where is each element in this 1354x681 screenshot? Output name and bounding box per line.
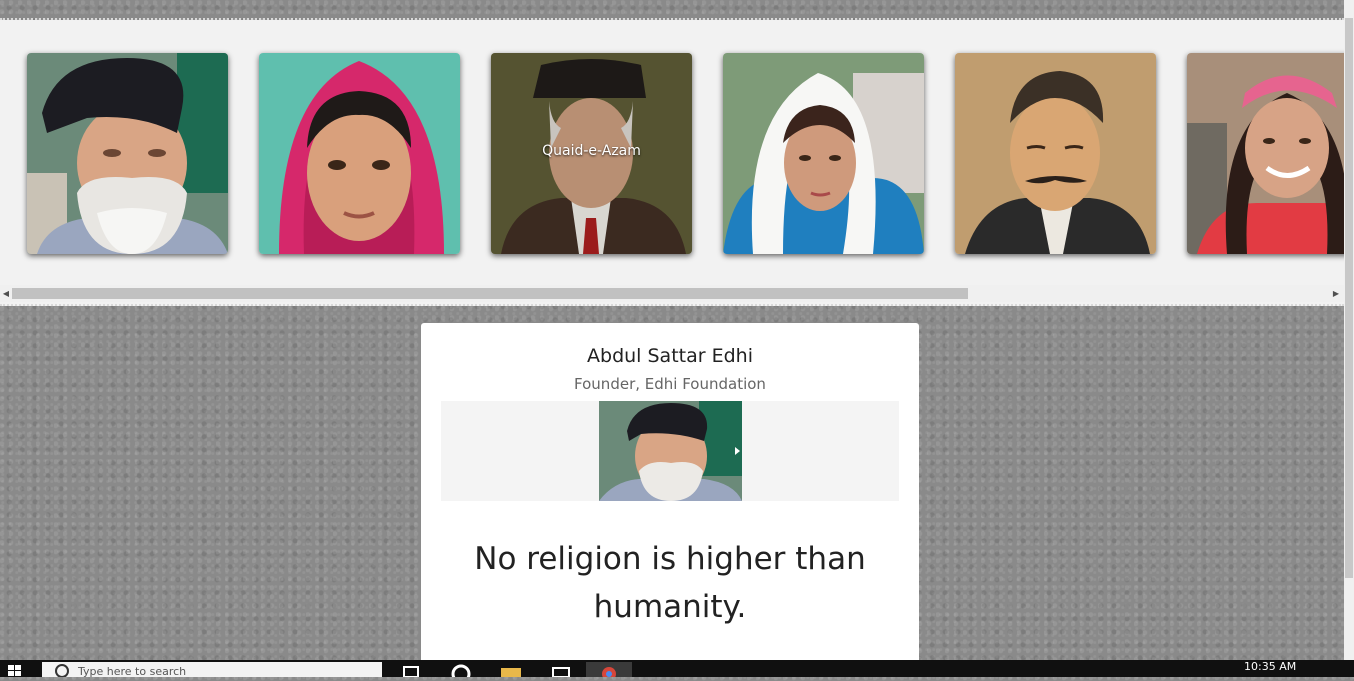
file-explorer-icon[interactable] — [498, 662, 524, 677]
person-portrait-thumbnail — [599, 401, 742, 501]
portrait-card-edhi[interactable] — [27, 53, 228, 254]
person-role: Founder, Edhi Foundation — [574, 375, 766, 393]
vertical-scrollbar-thumb[interactable] — [1345, 18, 1353, 578]
person-image-container — [441, 401, 899, 501]
taskbar: Type here to search 10:35 AM — [0, 660, 1354, 681]
top-strip — [0, 0, 1344, 20]
taskbar-clock[interactable]: 10:35 AM — [1244, 660, 1296, 673]
page: Quaid-e-Azam ◀ ▶ Abdul Sattar Edhi Found… — [0, 0, 1344, 663]
scroll-left-icon[interactable]: ◀ — [0, 285, 12, 302]
portrait-edhi-image — [27, 53, 228, 254]
store-icon[interactable] — [548, 662, 574, 678]
portrait-gallery: Quaid-e-Azam ◀ ▶ — [0, 20, 1344, 306]
person-image — [599, 401, 742, 501]
chrome-icon[interactable] — [448, 662, 474, 681]
portrait-malala-image — [259, 53, 460, 254]
person-name: Abdul Sattar Edhi — [587, 345, 753, 367]
search-placeholder: Type here to search — [78, 665, 187, 678]
horizontal-scrollbar[interactable]: ◀ ▶ — [0, 285, 1344, 302]
portrait-card-quaid[interactable]: Quaid-e-Azam — [491, 53, 692, 254]
portrait-girl-image — [1187, 53, 1344, 254]
scroll-right-icon[interactable]: ▶ — [1330, 285, 1342, 302]
task-view-icon[interactable] — [398, 662, 424, 678]
search-icon — [55, 664, 69, 677]
portrait-card-girl[interactable] — [1187, 53, 1344, 254]
vertical-scrollbar[interactable] — [1344, 0, 1354, 660]
windows-start-icon[interactable] — [0, 662, 30, 677]
scrollbar-thumb[interactable] — [12, 288, 968, 299]
portrait-caption: Quaid-e-Azam — [542, 143, 641, 159]
portrait-benazir-image — [723, 53, 924, 254]
chrome-active-icon[interactable] — [586, 662, 632, 681]
portrait-card-iqbal[interactable] — [955, 53, 1156, 254]
quote-text: No religion is higher than humanity. — [474, 541, 866, 625]
quote-card: Abdul Sattar Edhi Founder, Edhi Foundati… — [421, 323, 919, 663]
portrait-card-benazir[interactable] — [723, 53, 924, 254]
taskbar-search-box[interactable]: Type here to search — [42, 662, 382, 678]
portrait-iqbal-image — [955, 53, 1156, 254]
portrait-card-malala[interactable] — [259, 53, 460, 254]
